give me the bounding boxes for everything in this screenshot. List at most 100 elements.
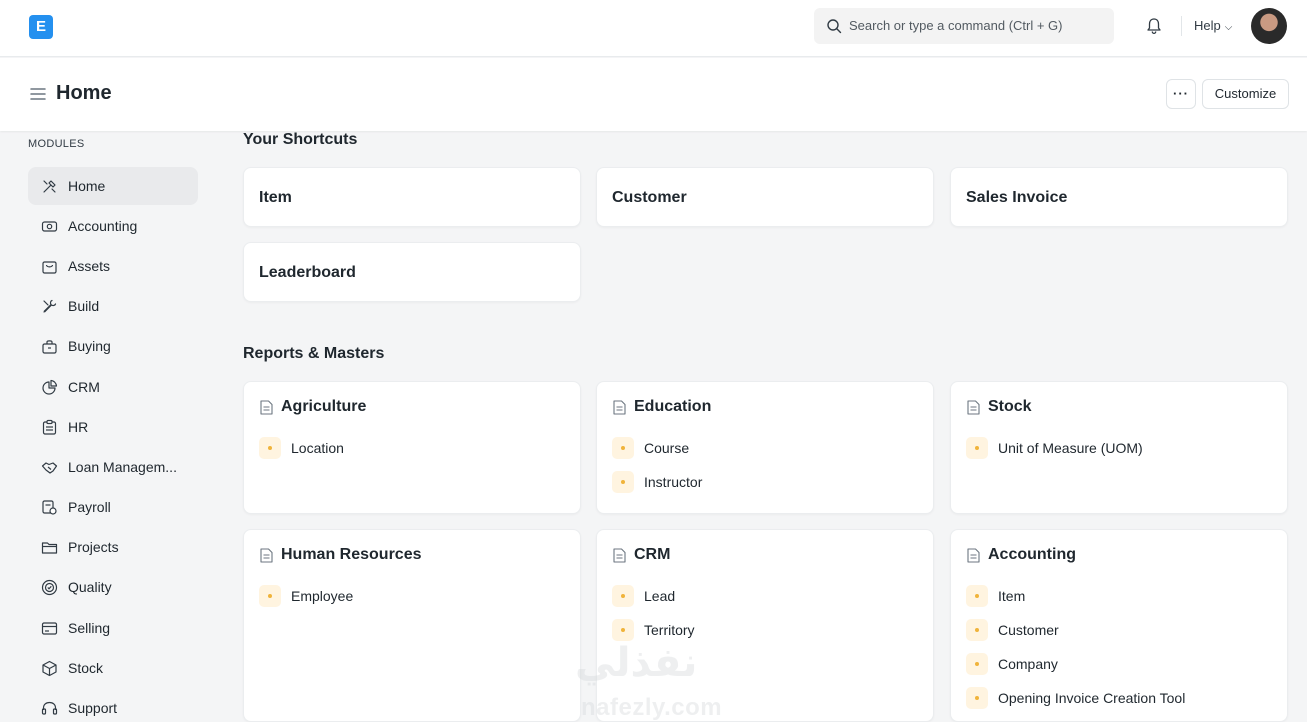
sidebar-item-label: Stock xyxy=(68,660,104,676)
sidebar-item-label: Loan Managem... xyxy=(68,459,177,475)
document-icon xyxy=(613,548,626,563)
navbar-divider xyxy=(1181,16,1182,36)
document-icon xyxy=(967,400,980,415)
shortcut-label: Sales Invoice xyxy=(966,189,1068,206)
user-avatar[interactable] xyxy=(1251,8,1287,44)
sidebar-item-projects[interactable]: Projects xyxy=(28,528,198,566)
link-dot-icon xyxy=(612,585,634,607)
shortcut-label: Customer xyxy=(612,189,687,206)
sidebar-item-home[interactable]: Home xyxy=(28,167,198,205)
link-dot-icon xyxy=(259,585,281,607)
notification-bell-icon[interactable] xyxy=(1144,16,1164,36)
page-head: Home ··· Customize xyxy=(0,58,1307,131)
pie-icon xyxy=(42,379,58,395)
sidebar-item-buying[interactable]: Buying xyxy=(28,327,198,365)
sidebar-item-quality[interactable]: Quality xyxy=(28,568,198,606)
document-icon xyxy=(613,400,626,415)
sidebar-item-label: Projects xyxy=(68,539,119,555)
link-dot-icon xyxy=(612,437,634,459)
sidebar-item-payroll[interactable]: Payroll xyxy=(28,488,198,526)
navbar: E Search or type a command (Ctrl + G) He… xyxy=(0,0,1307,57)
link-dot-icon xyxy=(612,471,634,493)
card-link-label: Instructor xyxy=(644,474,703,490)
card-title: Education xyxy=(634,398,712,415)
link-dot-icon xyxy=(612,619,634,641)
wrench-icon xyxy=(43,299,57,313)
card-title: Agriculture xyxy=(281,398,367,415)
card-agriculture: Agriculture Location xyxy=(243,381,581,514)
link-dot-icon xyxy=(966,437,988,459)
card-link-label: Territory xyxy=(644,622,695,638)
card-link-label: Item xyxy=(998,588,1026,604)
card-title: Human Resources xyxy=(281,546,422,563)
sidebar-item-hr[interactable]: HR xyxy=(28,408,198,446)
sidebar-item-label: Selling xyxy=(68,620,111,636)
search-icon xyxy=(827,19,842,34)
sidebar-item-support[interactable]: Support xyxy=(28,689,198,722)
card-link-label: Opening Invoice Creation Tool xyxy=(998,690,1186,706)
help-label: Help xyxy=(1194,18,1221,33)
box-icon xyxy=(42,660,57,677)
card-link-label: Employee xyxy=(291,588,354,604)
page-title: Home xyxy=(56,82,112,104)
tools-icon xyxy=(43,180,56,193)
handshake-icon xyxy=(41,462,58,474)
link-dot-icon xyxy=(259,437,281,459)
link-dot-icon xyxy=(966,585,988,607)
shortcut-leaderboard[interactable]: Leaderboard xyxy=(243,242,581,302)
folder-icon xyxy=(41,542,58,554)
customize-button[interactable]: Customize xyxy=(1202,79,1289,109)
sidebar-item-label: Payroll xyxy=(68,499,111,515)
search-placeholder: Search or type a command (Ctrl + G) xyxy=(849,18,1063,33)
receipt-icon xyxy=(42,500,57,515)
card-crm: CRM Lead Territory xyxy=(596,529,934,722)
search-bar[interactable]: Search or type a command (Ctrl + G) xyxy=(814,8,1114,44)
card-icon xyxy=(41,622,58,635)
sidebar-item-label: HR xyxy=(68,419,89,435)
shortcut-label: Item xyxy=(259,189,292,206)
card-link-label: Lead xyxy=(644,588,676,604)
sidebar-toggle-icon[interactable] xyxy=(30,87,46,101)
document-icon xyxy=(260,548,273,563)
app-logo[interactable]: E xyxy=(29,15,53,39)
sidebar-item-crm[interactable]: CRM xyxy=(28,368,198,406)
document-icon xyxy=(967,548,980,563)
sidebar-item-accounting[interactable]: Accounting xyxy=(28,207,198,245)
sidebar-section-label: MODULES xyxy=(28,138,85,150)
sidebar-item-label: Buying xyxy=(68,338,111,354)
shield-icon xyxy=(41,579,58,596)
card-title: CRM xyxy=(634,546,671,563)
card-title: Stock xyxy=(988,398,1032,415)
more-actions-button[interactable]: ··· xyxy=(1166,79,1196,109)
card-stock: Stock Unit of Measure (UOM) xyxy=(950,381,1288,514)
shortcut-sales-invoice[interactable]: Sales Invoice xyxy=(950,167,1288,227)
headset-icon xyxy=(41,701,58,715)
shortcut-customer[interactable]: Customer xyxy=(596,167,934,227)
card-link-label: Unit of Measure (UOM) xyxy=(998,440,1143,456)
sidebar-item-label: Support xyxy=(68,700,118,716)
document-icon xyxy=(260,400,273,415)
money-icon xyxy=(41,221,58,232)
card-link-label: Customer xyxy=(998,622,1059,638)
sidebar-item-label: Quality xyxy=(68,579,112,595)
sidebar-item-loan-management[interactable]: Loan Managem... xyxy=(28,448,198,486)
card-link-label: Course xyxy=(644,440,690,456)
shortcut-item[interactable]: Item xyxy=(243,167,581,227)
sidebar-item-build[interactable]: Build xyxy=(28,287,198,325)
sidebar-item-label: Accounting xyxy=(68,218,138,234)
sidebar-item-assets[interactable]: Assets xyxy=(28,247,198,285)
card-link-label: Location xyxy=(291,440,344,456)
help-dropdown[interactable]: Help ⌵ xyxy=(1194,18,1232,33)
sidebar-item-stock[interactable]: Stock xyxy=(28,649,198,687)
shopping-bag-icon xyxy=(42,340,57,354)
card-accounting: Accounting Item Customer Company Opening… xyxy=(950,529,1288,722)
sidebar-item-selling[interactable]: Selling xyxy=(28,609,198,647)
card-education: Education Course Instructor xyxy=(596,381,934,514)
link-dot-icon xyxy=(966,653,988,675)
card-title: Accounting xyxy=(988,546,1076,563)
reports-heading: Reports & Masters xyxy=(243,345,385,362)
sidebar-item-label: CRM xyxy=(68,379,100,395)
bag-icon xyxy=(42,261,57,274)
card-human-resources: Human Resources Employee xyxy=(243,529,581,722)
shortcuts-heading: Your Shortcuts xyxy=(243,131,358,148)
